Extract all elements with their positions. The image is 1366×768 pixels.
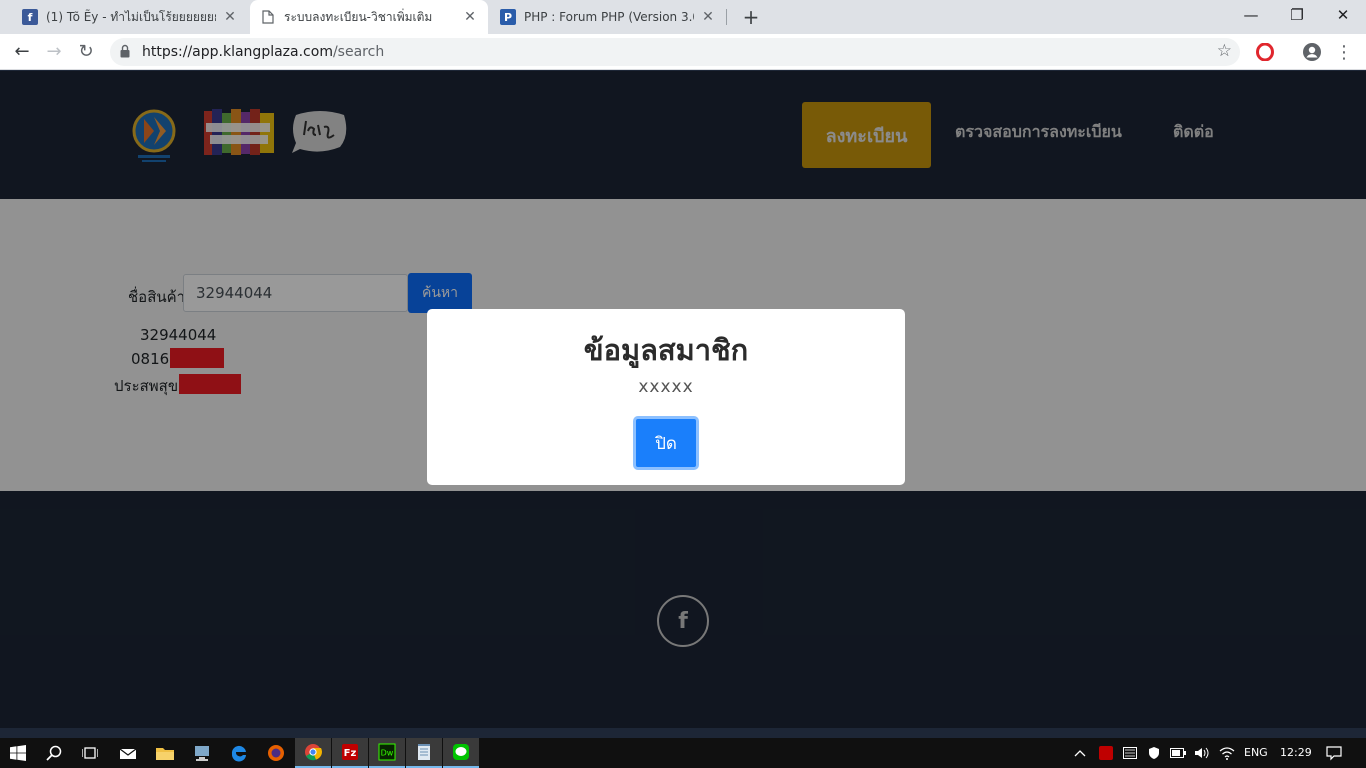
url-text: https://app.klangplaza.com/search xyxy=(142,44,384,60)
member-info-modal: ข้อมูลสมาชิก xxxxx ปิด xyxy=(427,309,905,485)
back-button[interactable]: ← xyxy=(8,38,36,66)
account-icon[interactable] xyxy=(1298,38,1326,66)
svg-text:Fz: Fz xyxy=(344,748,357,759)
battery-icon[interactable] xyxy=(1166,738,1190,768)
volume-icon[interactable] xyxy=(1190,738,1214,768)
browser-toolbar: ← → ↻ https://app.klangplaza.com/search … xyxy=(0,34,1366,70)
forward-button[interactable]: → xyxy=(40,38,68,66)
bookmark-star-icon[interactable]: ☆ xyxy=(1217,41,1232,61)
lock-icon xyxy=(120,44,130,58)
line-app-icon[interactable] xyxy=(443,738,479,768)
mail-icon[interactable] xyxy=(110,738,146,768)
modal-title: ข้อมูลสมาชิก xyxy=(583,333,749,367)
facebook-icon: f xyxy=(22,9,38,25)
wifi-icon[interactable] xyxy=(1214,738,1240,768)
windows-taskbar: Fz Dw ENG 12:29 xyxy=(0,738,1366,768)
close-icon[interactable]: ✕ xyxy=(222,9,238,25)
menu-icon[interactable]: ⋮ xyxy=(1330,38,1358,66)
task-view-icon[interactable] xyxy=(72,738,108,768)
taskbar-clock[interactable]: 12:29 xyxy=(1280,746,1312,759)
tab-facebook[interactable]: f (1) Tõ Ẽy - ทำไม่เป็นโร้ยยยยยยยยยยยย ✕ xyxy=(12,0,248,34)
action-center-icon[interactable] xyxy=(1316,738,1352,768)
tab-php-forum[interactable]: P PHP : Forum PHP (Version 3.0,4.0 ✕ xyxy=(490,0,726,34)
reload-button[interactable]: ↻ xyxy=(72,38,100,66)
filezilla-icon[interactable]: Fz xyxy=(332,738,368,768)
edge-browser-icon[interactable] xyxy=(221,738,257,768)
new-tab-button[interactable]: + xyxy=(738,4,764,30)
svg-text:Dw: Dw xyxy=(381,749,394,758)
file-explorer-icon[interactable] xyxy=(147,738,183,768)
opera-icon[interactable] xyxy=(1251,38,1279,66)
page-icon xyxy=(260,9,276,25)
notepad-icon[interactable] xyxy=(406,738,442,768)
filezilla-tray-icon[interactable] xyxy=(1094,738,1118,768)
url-path: /search xyxy=(332,44,385,60)
modal-body-text: xxxxx xyxy=(638,377,694,397)
tab-title: PHP : Forum PHP (Version 3.0,4.0 xyxy=(524,10,694,24)
tab-separator xyxy=(726,9,727,25)
tab-title: (1) Tõ Ẽy - ทำไม่เป็นโร้ยยยยยยยยยยยย xyxy=(46,9,216,24)
php-icon: P xyxy=(500,9,516,25)
input-language-indicator[interactable]: ENG xyxy=(1244,746,1268,759)
search-icon[interactable] xyxy=(36,738,72,768)
modal-close-button[interactable]: ปิด xyxy=(633,416,699,470)
address-bar[interactable]: https://app.klangplaza.com/search ☆ xyxy=(110,38,1240,66)
dreamweaver-icon[interactable]: Dw xyxy=(369,738,405,768)
browser-tab-strip: f (1) Tõ Ẽy - ทำไม่เป็นโร้ยยยยยยยยยยยย ✕… xyxy=(0,0,1366,34)
close-icon[interactable]: ✕ xyxy=(700,9,716,25)
close-icon[interactable]: ✕ xyxy=(462,9,478,25)
windows-defender-icon[interactable] xyxy=(1142,738,1166,768)
keyboard-tray-icon[interactable] xyxy=(1118,738,1142,768)
chrome-icon[interactable] xyxy=(295,738,331,768)
tray-chevron-up-icon[interactable] xyxy=(1066,738,1094,768)
window-close-button[interactable]: ✕ xyxy=(1320,0,1366,30)
network-computer-icon[interactable] xyxy=(184,738,220,768)
url-domain: https://app.klangplaza.com xyxy=(142,44,333,60)
firefox-icon[interactable] xyxy=(258,738,294,768)
minimize-button[interactable]: — xyxy=(1228,0,1274,30)
restore-button[interactable]: ❐ xyxy=(1274,0,1320,30)
windows-start-icon[interactable] xyxy=(0,738,36,768)
tab-registration[interactable]: ระบบลงทะเบียน-วิชาเพิ่มเติม ✕ xyxy=(250,0,488,34)
tab-title: ระบบลงทะเบียน-วิชาเพิ่มเติม xyxy=(284,9,433,24)
